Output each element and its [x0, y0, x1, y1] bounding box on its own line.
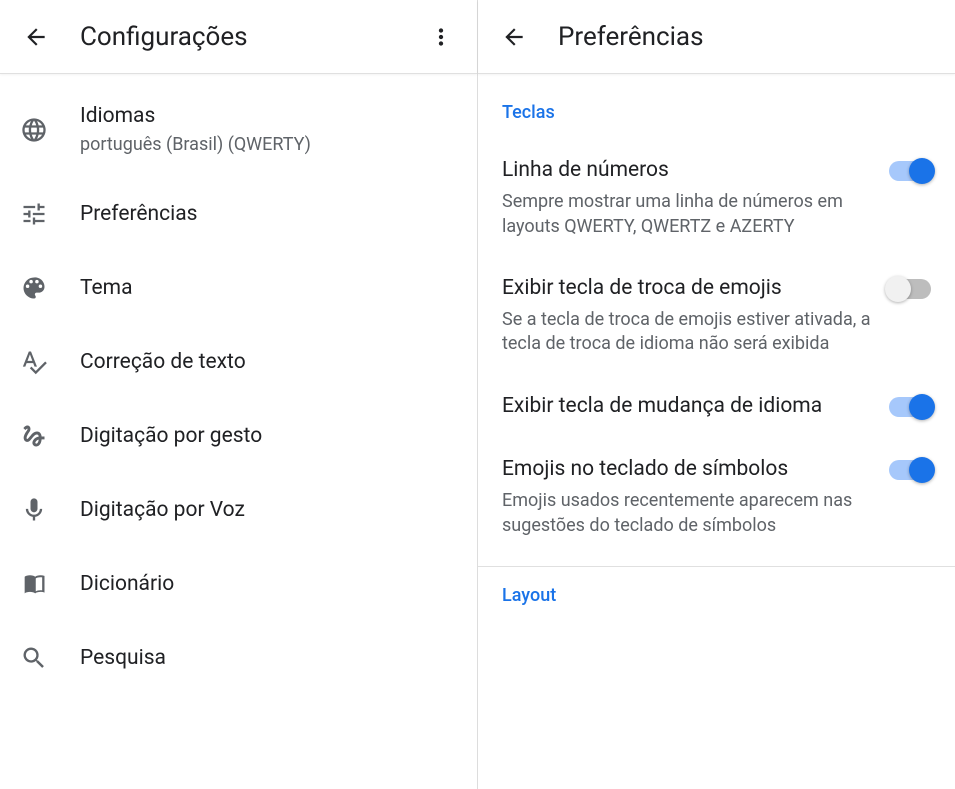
- settings-panel: Configurações Idiomas português (Brasil)…: [0, 0, 478, 789]
- settings-item-label: Digitação por Voz: [80, 498, 245, 522]
- settings-item-label: Pesquisa: [80, 646, 166, 670]
- settings-item-theme[interactable]: Tema: [0, 251, 477, 325]
- more-button[interactable]: [417, 13, 465, 61]
- settings-item-text-correction[interactable]: Correção de texto: [0, 325, 477, 399]
- settings-item-label: Dicionário: [80, 572, 174, 596]
- gesture-icon: [20, 422, 80, 450]
- settings-item-languages[interactable]: Idiomas português (Brasil) (QWERTY): [0, 82, 477, 177]
- arrow-left-icon: [23, 24, 49, 50]
- settings-title: Configurações: [80, 22, 417, 52]
- preferences-panel: Preferências Teclas Linha de números Sem…: [478, 0, 955, 789]
- settings-item-sub: português (Brasil) (QWERTY): [80, 134, 311, 155]
- pref-desc: Sempre mostrar uma linha de números em l…: [502, 190, 873, 239]
- pref-title: Exibir tecla de mudança de idioma: [502, 393, 873, 420]
- pref-item-language-switch-key[interactable]: Exibir tecla de mudança de idioma: [478, 375, 955, 438]
- settings-item-label: Tema: [80, 276, 133, 300]
- search-icon: [20, 644, 80, 672]
- pref-title: Emojis no teclado de símbolos: [502, 456, 873, 483]
- settings-item-preferences[interactable]: Preferências: [0, 177, 477, 251]
- spellcheck-icon: [20, 348, 80, 376]
- book-icon: [20, 570, 80, 598]
- back-button[interactable]: [12, 13, 60, 61]
- settings-item-label: Digitação por gesto: [80, 424, 262, 448]
- settings-item-voice-typing[interactable]: Digitação por Voz: [0, 473, 477, 547]
- pref-item-emoji-in-symbols[interactable]: Emojis no teclado de símbolos Emojis usa…: [478, 438, 955, 556]
- settings-item-label: Correção de texto: [80, 350, 246, 374]
- sliders-icon: [20, 200, 80, 228]
- back-button[interactable]: [490, 13, 538, 61]
- arrow-left-icon: [501, 24, 527, 50]
- pref-item-number-row[interactable]: Linha de números Sempre mostrar uma linh…: [478, 139, 955, 257]
- mic-icon: [20, 496, 80, 524]
- preferences-body: Teclas Linha de números Sempre mostrar u…: [478, 74, 955, 622]
- pref-title: Linha de números: [502, 157, 873, 184]
- pref-desc: Emojis usados recentemente aparecem nas …: [502, 489, 873, 538]
- toggle-switch[interactable]: [889, 460, 931, 480]
- preferences-header: Preferências: [478, 0, 955, 74]
- settings-item-dictionary[interactable]: Dicionário: [0, 547, 477, 621]
- toggle-switch[interactable]: [889, 279, 931, 299]
- section-header-keys: Teclas: [478, 84, 955, 139]
- settings-header: Configurações: [0, 0, 477, 74]
- section-header-layout: Layout: [478, 567, 955, 622]
- settings-item-label: Idiomas: [80, 104, 311, 128]
- more-vert-icon: [428, 24, 454, 50]
- pref-desc: Se a tecla de troca de emojis estiver at…: [502, 308, 873, 357]
- settings-list: Idiomas português (Brasil) (QWERTY) Pref…: [0, 74, 477, 695]
- pref-title: Exibir tecla de troca de emojis: [502, 275, 873, 302]
- pref-item-emoji-switch-key[interactable]: Exibir tecla de troca de emojis Se a tec…: [478, 257, 955, 375]
- globe-icon: [20, 116, 80, 144]
- settings-item-gesture-typing[interactable]: Digitação por gesto: [0, 399, 477, 473]
- preferences-title: Preferências: [558, 22, 943, 52]
- toggle-switch[interactable]: [889, 397, 931, 417]
- settings-item-search[interactable]: Pesquisa: [0, 621, 477, 695]
- toggle-switch[interactable]: [889, 161, 931, 181]
- settings-item-label: Preferências: [80, 202, 198, 226]
- palette-icon: [20, 274, 80, 302]
